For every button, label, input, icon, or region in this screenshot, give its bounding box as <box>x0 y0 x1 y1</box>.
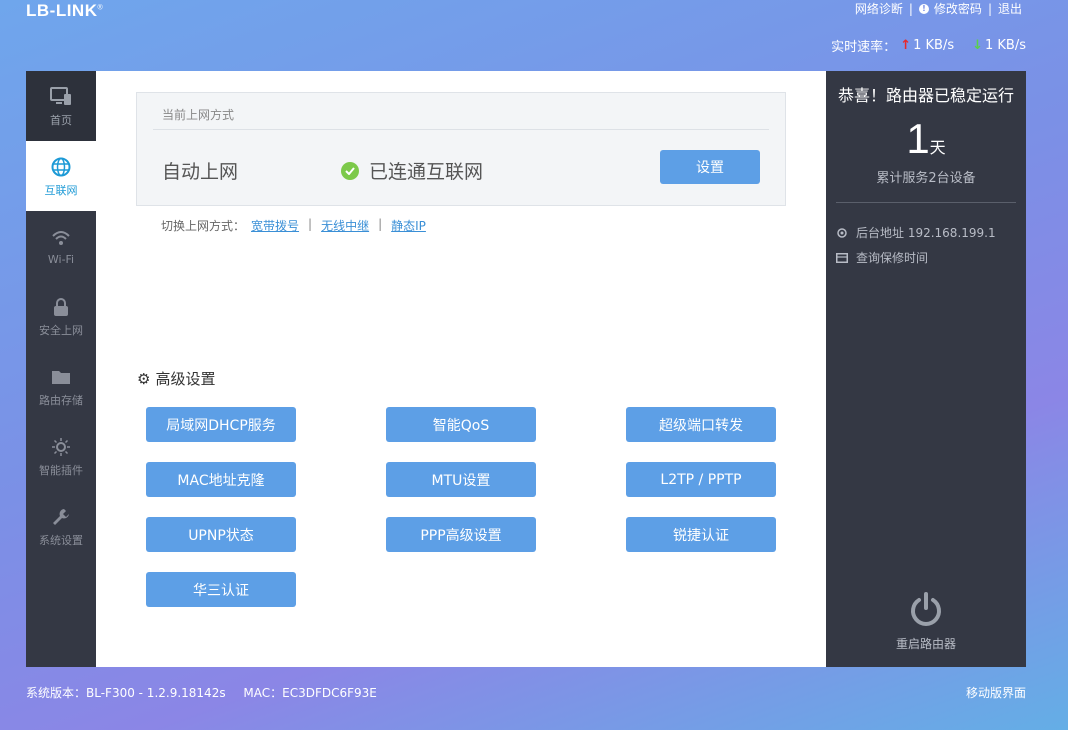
logout-link[interactable]: 退出 <box>998 0 1022 17</box>
nav-label: 安全上网 <box>39 323 83 337</box>
connection-card: 当前上网方式 自动上网 已连通互联网 设置 <box>136 92 786 206</box>
ruijie-auth-button[interactable]: 锐捷认证 <box>626 517 776 552</box>
port-forward-button[interactable]: 超级端口转发 <box>626 407 776 442</box>
top-links: 网络诊断 | ! 修改密码 | 退出 <box>855 0 1022 17</box>
card-title: 当前上网方式 <box>162 108 235 122</box>
advanced-settings-grid: 局域网DHCP服务 智能QoS 超级端口转发 MAC地址克隆 MTU设置 L2T… <box>146 407 776 607</box>
nav-label: 智能插件 <box>39 463 83 477</box>
check-icon <box>341 161 359 180</box>
status-title: 恭喜！路由器已稳定运行 <box>837 86 1014 105</box>
static-ip-link[interactable]: 静态IP <box>391 217 426 234</box>
admin-address: 后台地址 192.168.199.1 <box>836 224 996 241</box>
separator: | <box>908 1 913 16</box>
alert-icon: ! <box>918 3 929 14</box>
mac-clone-button[interactable]: MAC地址克隆 <box>146 462 296 497</box>
warranty-text: 查询保修时间 <box>856 251 929 265</box>
nav-label: 互联网 <box>44 183 78 197</box>
system-version: 系统版本：BL-F300 - 1.2.9.18142s <box>26 686 226 700</box>
wireless-relay-link[interactable]: 无线中继 <box>321 217 369 234</box>
uptime-unit: 天 <box>929 138 946 157</box>
admin-address-text: 后台地址 192.168.199.1 <box>856 226 996 240</box>
nav-label: 首页 <box>50 113 72 127</box>
separator: | <box>987 1 992 16</box>
separator: | <box>378 217 383 231</box>
network-diagnose-link[interactable]: 网络诊断 <box>855 0 903 17</box>
nav-item-storage[interactable]: 路由存储 <box>26 351 96 421</box>
upload-speed: 1 KB/s <box>913 38 955 53</box>
switch-mode-row: 切换上网方式： 宽带拨号 | 无线中继 | 静态IP <box>161 217 426 234</box>
nav-item-home[interactable]: 首页 <box>26 71 96 141</box>
footer-info: 系统版本：BL-F300 - 1.2.9.18142s MAC：EC3DFDC6… <box>26 684 377 701</box>
change-password-link[interactable]: ! 修改密码 <box>918 0 982 17</box>
warranty-link[interactable]: 查询保修时间 <box>836 249 928 266</box>
status-panel: 恭喜！路由器已稳定运行 1天 累计服务2台设备 后台地址 192.168.199… <box>826 71 1026 667</box>
sidebar: 首页 互联网 Wi-Fi 安全上网 路由存储 智能插件 系统设置 <box>26 71 96 667</box>
nav-label: 系统设置 <box>39 533 83 547</box>
nav-item-plugins[interactable]: 智能插件 <box>26 421 96 491</box>
devices-served: 累计服务2台设备 <box>876 171 976 186</box>
mtu-settings-button[interactable]: MTU设置 <box>386 462 536 497</box>
pppoe-link[interactable]: 宽带拨号 <box>251 217 299 234</box>
restart-label: 重启路由器 <box>895 637 956 651</box>
speed-label: 实时速率： <box>831 40 897 55</box>
brand-logo: LB-LINK® <box>26 1 103 21</box>
qos-button[interactable]: 智能QoS <box>386 407 536 442</box>
nav-label: 路由存储 <box>39 393 83 407</box>
logo-mark: ® <box>97 4 104 12</box>
upload-arrow-icon: ↑ <box>900 38 912 53</box>
logo-text: LB-LINK <box>26 1 98 20</box>
advanced-settings-title: ⚙ 高级设置 <box>137 368 215 389</box>
nav-item-wifi[interactable]: Wi-Fi <box>26 211 96 281</box>
h3c-auth-button[interactable]: 华三认证 <box>146 572 296 607</box>
gear-icon <box>836 227 850 239</box>
wrench-icon <box>51 505 71 529</box>
power-icon <box>907 592 945 633</box>
nav-item-internet[interactable]: 互联网 <box>26 141 96 211</box>
nav-item-system[interactable]: 系统设置 <box>26 491 96 561</box>
monitor-icon <box>50 85 72 109</box>
ppp-advanced-button[interactable]: PPP高级设置 <box>386 517 536 552</box>
download-arrow-icon: ↓ <box>972 38 983 53</box>
connection-status: 已连通互联网 <box>341 157 483 184</box>
gear-icon: ⚙ <box>137 369 151 388</box>
uptime: 1天 <box>826 115 1026 163</box>
nav-label: Wi-Fi <box>47 253 75 266</box>
advanced-title-text: 高级设置 <box>155 370 216 388</box>
dhcp-service-button[interactable]: 局域网DHCP服务 <box>146 407 296 442</box>
main-content: 当前上网方式 自动上网 已连通互联网 设置 切换上网方式： 宽带拨号 | 无线中… <box>96 71 826 667</box>
divider <box>153 129 769 130</box>
globe-icon <box>51 155 71 179</box>
status-text: 已连通互联网 <box>369 161 484 183</box>
upnp-status-button[interactable]: UPNP状态 <box>146 517 296 552</box>
wifi-icon <box>51 226 71 250</box>
realtime-speed: 实时速率： ↑ 1 KB/s ↓ 1 KB/s <box>831 36 1026 55</box>
mac-address: MAC：EC3DFDC6F93E <box>243 686 377 700</box>
l2tp-pptp-button[interactable]: L2TP / PPTP <box>626 462 776 497</box>
nav-item-security[interactable]: 安全上网 <box>26 281 96 351</box>
mobile-version-link[interactable]: 移动版界面 <box>966 684 1026 701</box>
uptime-days: 1 <box>906 115 930 162</box>
card-icon <box>836 252 850 263</box>
change-password-label: 修改密码 <box>933 2 982 16</box>
restart-router-button[interactable]: 重启路由器 <box>826 591 1026 652</box>
separator: | <box>308 217 313 231</box>
settings-button[interactable]: 设置 <box>660 150 760 184</box>
bulb-icon <box>51 435 71 459</box>
download-speed: 1 KB/s <box>985 38 1026 53</box>
lock-icon <box>53 295 69 319</box>
switch-label: 切换上网方式： <box>161 219 246 233</box>
divider <box>836 202 1016 203</box>
connection-mode: 自动上网 <box>162 161 239 183</box>
folder-icon <box>51 365 71 389</box>
